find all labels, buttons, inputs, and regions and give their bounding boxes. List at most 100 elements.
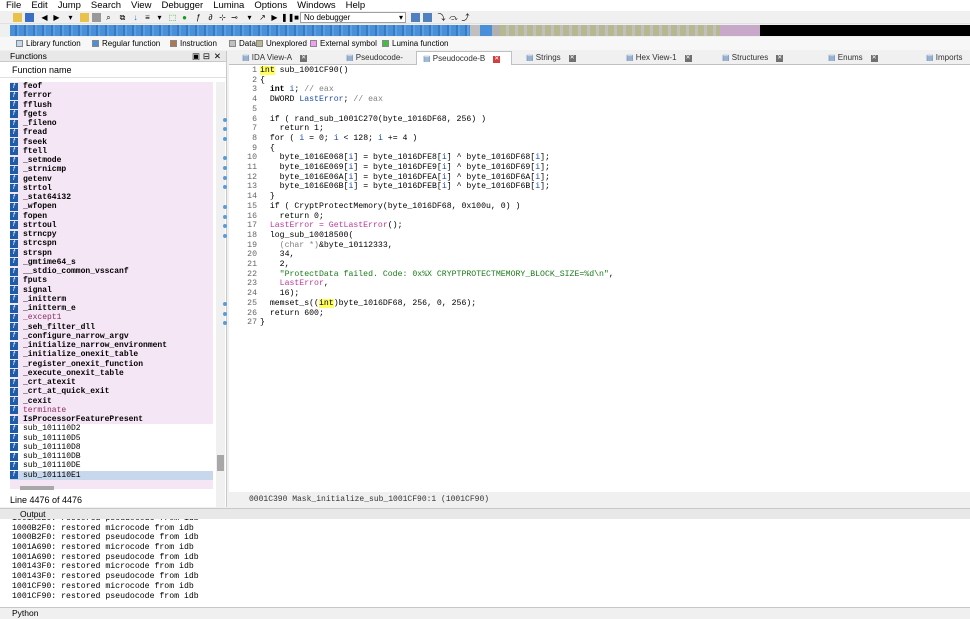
function-list-item[interactable]: f sub_101110D2 xyxy=(10,424,213,434)
function-list-item[interactable]: f _strnicmp xyxy=(10,165,213,174)
function-list-item[interactable]: f IsProcessorFeaturePresent xyxy=(10,415,213,424)
debug-attach-icon[interactable] xyxy=(423,13,432,22)
function-list-item[interactable]: f _initialize_narrow_environment xyxy=(10,341,213,350)
code-text[interactable]: LastError = GetLastError(); xyxy=(260,221,403,231)
function-list-item[interactable]: f _crt_at_quick_exit xyxy=(10,387,213,396)
code-text[interactable]: int sub_1001CF90() xyxy=(260,66,348,76)
copy-icon[interactable]: ⧉ xyxy=(118,13,127,22)
function-list-item[interactable]: f _gmtime64_s xyxy=(10,258,213,267)
breakpoint-dot-icon[interactable] xyxy=(223,166,227,170)
pseudocode-editor[interactable]: 1 int sub_1001CF90() 2{3 int i; // eax 4 DW… xyxy=(223,65,970,492)
code-text[interactable]: int i; // eax xyxy=(260,85,334,95)
function-list-item[interactable]: f _initterm_e xyxy=(10,304,213,313)
python-command-bar[interactable]: Python xyxy=(0,607,970,618)
code-line[interactable]: 25 memset_s((int)byte_1016DF68, 256, 0, … xyxy=(238,298,970,309)
function-list-item[interactable]: f _crt_atexit xyxy=(10,378,213,387)
breakpoint-dot-icon[interactable] xyxy=(223,214,227,219)
menu-item-jump[interactable]: Jump xyxy=(52,0,85,11)
function-list-item[interactable]: f sub_101110DE xyxy=(10,461,213,471)
function-list-item[interactable]: f strncpy xyxy=(10,230,213,239)
function-icon[interactable]: ƒ xyxy=(194,13,203,22)
close-icon[interactable]: ✕ xyxy=(214,51,221,62)
menu-item-search[interactable]: Search xyxy=(85,0,125,11)
code-line[interactable]: 19 (char *)&byte_10112333, xyxy=(238,241,970,251)
menu-item-view[interactable]: View xyxy=(125,0,155,11)
function-list-item[interactable]: f _fileno xyxy=(10,119,213,128)
code-line[interactable]: 4 DWORD LastError; // eax xyxy=(238,95,970,105)
tab-hex-view-1[interactable]: ▤ Hex View-1 ✕ xyxy=(620,51,710,65)
code-line[interactable]: 21 2, xyxy=(238,260,970,270)
code-text[interactable]: } xyxy=(260,318,265,328)
scrollbar-thumb[interactable] xyxy=(217,455,224,471)
function-list-item[interactable]: f _seh_filter_dll xyxy=(10,323,213,332)
arrow-icon[interactable]: ↗ xyxy=(258,13,267,22)
code-text[interactable]: { xyxy=(260,76,265,86)
code-text[interactable]: DWORD LastError; // eax xyxy=(260,95,383,105)
tab-close-icon[interactable]: ✕ xyxy=(493,56,501,63)
dropdown-icon[interactable]: ▾ xyxy=(155,13,164,22)
tab-ida-view-a[interactable]: ▤ IDA View-A ✕ xyxy=(236,51,328,65)
code-line[interactable]: 14 } xyxy=(238,192,970,202)
code-line[interactable]: 26 return 600; xyxy=(238,309,970,319)
save-icon[interactable] xyxy=(25,13,34,22)
python-label[interactable]: Python xyxy=(12,608,38,618)
function-list-item[interactable]: f terminate xyxy=(10,406,213,415)
menu-item-help[interactable]: Help xyxy=(340,0,370,11)
folder-icon[interactable] xyxy=(80,13,89,22)
breakpoint-dot-icon[interactable] xyxy=(223,311,227,316)
tab-close-icon[interactable]: ✕ xyxy=(300,55,308,62)
code-text[interactable]: for ( i = 0; i < 128; i += 4 ) xyxy=(260,134,417,144)
code-line[interactable]: 1 int sub_1001CF90() xyxy=(238,66,970,76)
tab-imports[interactable]: ▤ Imports✕ xyxy=(920,51,970,76)
dropdown-icon[interactable]: ▾ xyxy=(66,13,75,22)
code-text[interactable]: 34, xyxy=(260,250,295,260)
function-list-item[interactable]: f fflush xyxy=(10,101,213,110)
function-list-item[interactable]: f fputs xyxy=(10,276,213,285)
code-text[interactable]: memset_s((int)byte_1016DF68, 256, 0, 256… xyxy=(260,298,476,309)
function-list-item[interactable]: f _initialize_onexit_table xyxy=(10,350,213,359)
function-list-item[interactable]: f __stdio_common_vsscanf xyxy=(10,267,213,276)
breakpoint-dot-icon[interactable] xyxy=(223,117,227,122)
struct-icon[interactable]: ⊹ xyxy=(218,13,227,22)
output-panel[interactable]: 1001A5B0: restored pseudocode from idb10… xyxy=(0,519,970,607)
open-icon[interactable] xyxy=(13,13,22,22)
code-line[interactable]: 18 log_sub_10018500( xyxy=(238,231,970,241)
code-line[interactable]: 15 if ( CryptProtectMemory(byte_1016DF68… xyxy=(238,202,970,212)
breakpoint-dot-icon[interactable] xyxy=(223,136,227,141)
data-icon[interactable]: ∂ xyxy=(206,13,215,22)
function-list-item[interactable]: f signal xyxy=(10,286,213,295)
code-text[interactable]: return 600; xyxy=(260,309,324,319)
debugger-select[interactable]: No debugger ▾ xyxy=(300,12,406,23)
code-text[interactable]: byte_1016E06B[i] = byte_1016DFEB[i] ^ by… xyxy=(260,182,550,192)
step-over-icon[interactable]: ⤼ xyxy=(449,13,458,22)
function-list-item[interactable]: f sub_101110DB xyxy=(10,452,213,462)
function-list-item[interactable]: f ftell xyxy=(10,147,213,156)
function-list-item[interactable]: f _except1 xyxy=(10,313,213,322)
tab-strings[interactable]: ▤ Strings ✕ xyxy=(520,51,602,65)
search-icon[interactable]: ⌕ xyxy=(104,13,113,22)
pause-icon[interactable]: ❚❚ xyxy=(281,13,294,22)
tab-structures[interactable]: ▤ Structures ✕ xyxy=(716,51,812,65)
tab-close-icon[interactable]: ✕ xyxy=(568,55,576,62)
float-icon[interactable]: ⊟ xyxy=(203,51,210,62)
forward-icon[interactable]: ▶ xyxy=(52,13,61,22)
function-list-item[interactable]: f sub_101110D5 xyxy=(10,433,213,443)
code-line[interactable]: 17 LastError = GetLastError(); xyxy=(238,221,970,231)
tab-close-icon[interactable]: ✕ xyxy=(776,55,784,62)
function-list-item[interactable]: f fgets xyxy=(10,110,213,119)
function-list-item[interactable]: f ferror xyxy=(10,91,213,100)
function-name-column-header[interactable]: Function name xyxy=(0,62,226,78)
code-line[interactable]: 6 if ( rand_sub_1001C270(byte_1016DF68, … xyxy=(238,115,970,125)
navigation-band[interactable] xyxy=(10,25,970,36)
code-text[interactable]: log_sub_10018500( xyxy=(260,231,354,241)
function-list-item[interactable]: f _stat64i32 xyxy=(10,193,213,202)
code-line[interactable]: 23 LastError, xyxy=(238,279,970,289)
code-text[interactable]: byte_1016E069[i] = byte_1016DFE9[i] ^ by… xyxy=(260,163,550,173)
code-text[interactable]: "ProtectData failed. Code: 0x%X CRYPTPRO… xyxy=(260,270,614,280)
function-list-item[interactable]: f _configure_narrow_argv xyxy=(10,332,213,341)
function-list-item[interactable]: f sub_101110D8 xyxy=(10,442,213,452)
menu-item-file[interactable]: File xyxy=(0,0,25,11)
code-line[interactable]: 2{ xyxy=(238,76,970,86)
menu-item-debugger[interactable]: Debugger xyxy=(155,0,207,11)
function-list-item[interactable]: f _wfopen xyxy=(10,202,213,211)
